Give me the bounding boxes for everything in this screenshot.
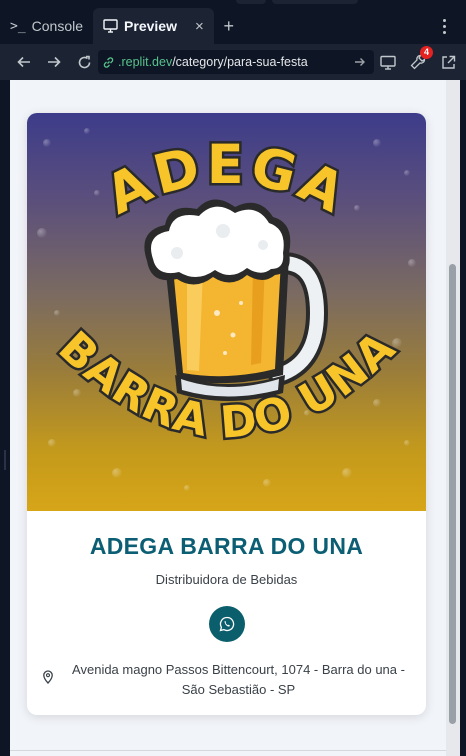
tab-bar: >_ Console Preview × + <box>0 8 466 44</box>
tab-label: Preview <box>124 18 177 34</box>
more-options-icon[interactable] <box>436 16 452 36</box>
resize-handle[interactable] <box>4 450 6 470</box>
url-actions: 4 <box>378 46 458 72</box>
url-input[interactable]: .replit.dev/category/para-sua-festa <box>98 50 374 74</box>
terminal-icon: >_ <box>10 18 26 34</box>
whatsapp-icon <box>219 616 235 632</box>
monitor-icon <box>380 55 396 70</box>
url-bar: .replit.dev/category/para-sua-festa 4 <box>0 44 466 80</box>
map-pin-icon <box>43 670 53 684</box>
top-strip <box>0 0 466 8</box>
scrollbar-thumb[interactable] <box>449 264 456 724</box>
business-banner: ADEGA BARRA DO UNA <box>27 113 426 511</box>
url-path: /category/para-sua-festa <box>172 55 308 69</box>
tab-console[interactable]: >_ Console <box>0 8 93 44</box>
tab-label: Console <box>31 18 84 34</box>
whatsapp-button[interactable] <box>209 606 245 642</box>
back-button[interactable] <box>10 48 38 76</box>
add-tab-button[interactable]: + <box>214 8 244 44</box>
business-name: ADEGA BARRA DO UNA <box>89 533 364 559</box>
open-new-tab-button[interactable] <box>438 52 458 72</box>
monitor-icon <box>103 19 118 33</box>
toolbar-pill[interactable] <box>272 0 358 4</box>
external-link-icon <box>441 55 455 69</box>
reload-icon <box>78 55 90 68</box>
devtools-button[interactable]: 4 <box>408 46 433 72</box>
arrow-left-icon <box>17 56 30 68</box>
forward-button[interactable] <box>40 48 68 76</box>
tab-preview[interactable]: Preview × <box>93 8 214 44</box>
url-domain: .replit.dev <box>118 55 173 69</box>
reload-button[interactable] <box>70 48 98 76</box>
preview-viewport[interactable]: ADEGA BARRA DO UNA ADEGA BARRA DO UNA Di… <box>10 80 460 756</box>
business-card: ADEGA BARRA DO UNA ADEGA BARRA DO UNA Di… <box>27 113 426 715</box>
business-subtitle: Distribuidora de Bebidas <box>155 572 298 587</box>
divider <box>10 750 446 751</box>
beer-mug-icon <box>144 199 329 401</box>
business-address: Avenida magno Passos Bittencourt, 1074 -… <box>72 662 405 697</box>
go-arrow-icon[interactable] <box>354 56 366 68</box>
link-icon <box>103 56 114 68</box>
devices-button[interactable] <box>378 52 398 72</box>
browser-frame: >_ Console Preview × + .replit.dev /cate… <box>0 0 466 756</box>
adega-logo: ADEGA BARRA DO UNA <box>37 128 416 491</box>
notification-badge: 4 <box>420 46 433 59</box>
close-icon[interactable]: × <box>195 18 204 35</box>
scrollbar[interactable] <box>446 80 460 756</box>
address-row: Avenida magno Passos Bittencourt, 1074 -… <box>41 660 416 700</box>
toolbar-pill[interactable] <box>236 0 266 4</box>
arrow-right-icon <box>48 56 61 68</box>
